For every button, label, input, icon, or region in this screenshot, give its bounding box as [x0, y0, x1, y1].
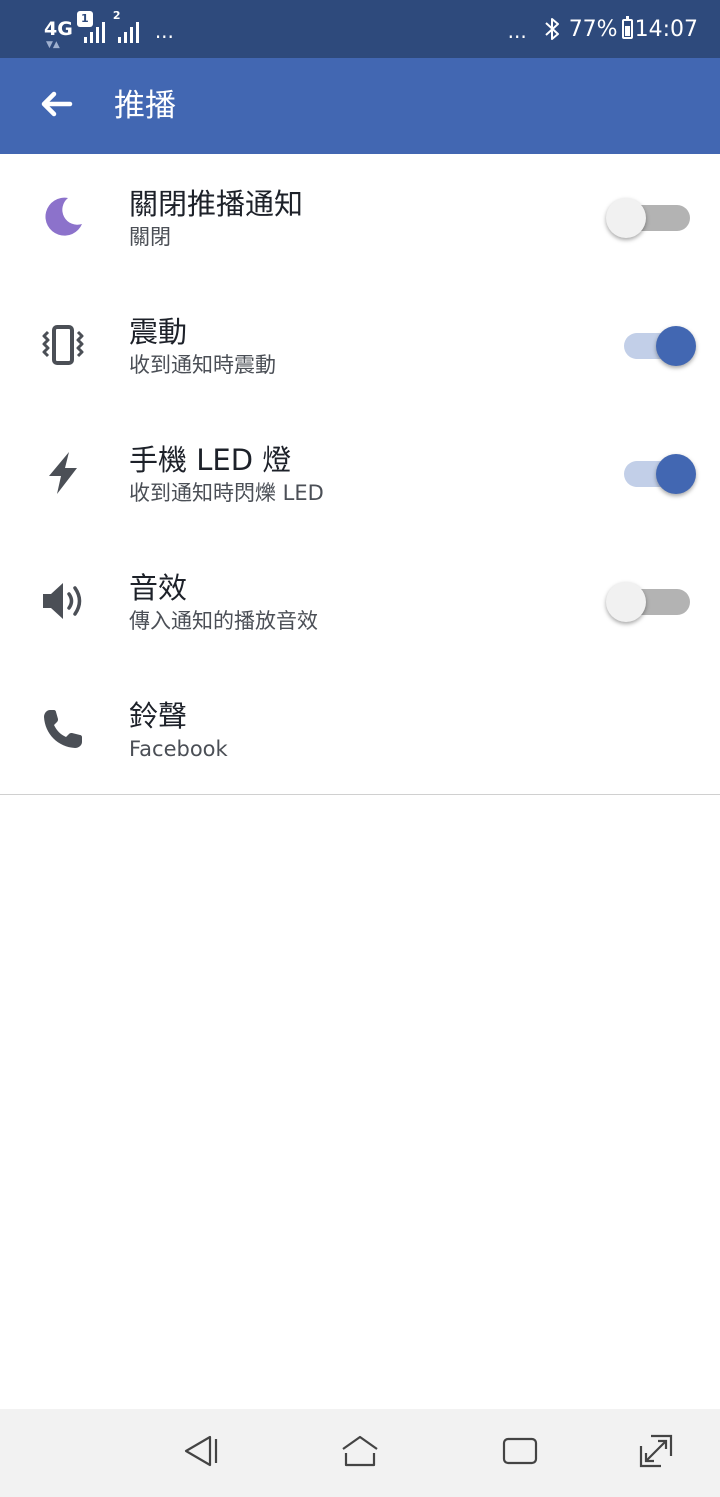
more-notifications-indicator: ... — [154, 19, 174, 43]
setting-title: 震動 — [129, 315, 188, 349]
sim1-badge: 1 — [76, 11, 93, 27]
system-nav-bar — [0, 1409, 720, 1497]
bluetooth-icon — [543, 16, 561, 42]
more-status-indicator: ... — [507, 19, 527, 43]
setting-subtitle: 收到通知時震動 — [129, 353, 276, 377]
setting-title: 手機 LED 燈 — [129, 443, 292, 477]
nav-home-button[interactable] — [338, 1431, 382, 1475]
setting-row-ringtone[interactable]: 鈴聲 Facebook — [0, 666, 720, 794]
status-bar-left: 4G ▼▲ 1 2 ... — [44, 9, 174, 50]
status-bar-right: ... 77% 14:07 — [508, 12, 698, 46]
setting-row-push-off[interactable]: 關閉推播通知 關閉 — [0, 154, 720, 282]
status-bar: 4G ▼▲ 1 2 ... ... 77% 14:07 — [0, 0, 720, 58]
vibration-toggle[interactable] — [624, 326, 696, 366]
nav-expand-button[interactable] — [634, 1431, 678, 1475]
page-title: 推播 — [114, 88, 176, 124]
nav-back-icon — [180, 1431, 220, 1475]
network-type: 4G ▼▲ — [44, 18, 73, 50]
clock: 14:07 — [634, 16, 698, 42]
data-arrows-icon: ▼▲ — [46, 40, 60, 50]
push-off-toggle[interactable] — [606, 198, 694, 238]
nav-home-icon — [340, 1431, 380, 1475]
list-divider — [0, 794, 720, 795]
nav-recents-button[interactable] — [498, 1431, 542, 1475]
battery-percent: 77% — [568, 16, 618, 42]
setting-row-vibration[interactable]: 震動 收到通知時震動 — [0, 282, 720, 410]
app-bar: 推播 — [0, 58, 720, 154]
phone-icon — [34, 700, 92, 758]
setting-subtitle: Facebook — [129, 737, 228, 761]
setting-row-sound[interactable]: 音效 傳入通知的播放音效 — [0, 538, 720, 666]
nav-recents-icon — [500, 1431, 540, 1475]
moon-icon — [34, 188, 92, 246]
vibration-icon — [34, 316, 92, 374]
nav-back-button[interactable] — [178, 1431, 222, 1475]
setting-title: 鈴聲 — [129, 699, 188, 733]
back-button[interactable] — [28, 82, 84, 130]
lightning-icon — [34, 444, 92, 502]
sound-toggle[interactable] — [606, 582, 694, 622]
setting-title: 音效 — [129, 571, 188, 605]
sim2-label: 2 — [112, 9, 121, 22]
battery-icon — [621, 16, 633, 39]
setting-subtitle: 關閉 — [129, 225, 171, 249]
settings-list: 關閉推播通知 關閉 震動 收到通知時震動 手機 LED 燈 收到通知時閃爍 LE… — [0, 154, 720, 794]
setting-row-led[interactable]: 手機 LED 燈 收到通知時閃爍 LED — [0, 410, 720, 538]
setting-subtitle: 收到通知時閃爍 LED — [129, 481, 324, 505]
sim1-signal-icon: 1 — [76, 11, 105, 43]
nav-expand-icon — [636, 1431, 676, 1475]
speaker-icon — [34, 572, 92, 630]
sim2-signal-icon: 2 — [113, 9, 139, 43]
setting-subtitle: 傳入通知的播放音效 — [129, 609, 318, 633]
setting-title: 關閉推播通知 — [129, 187, 304, 221]
led-toggle[interactable] — [624, 454, 696, 494]
arrow-left-icon — [39, 90, 73, 122]
